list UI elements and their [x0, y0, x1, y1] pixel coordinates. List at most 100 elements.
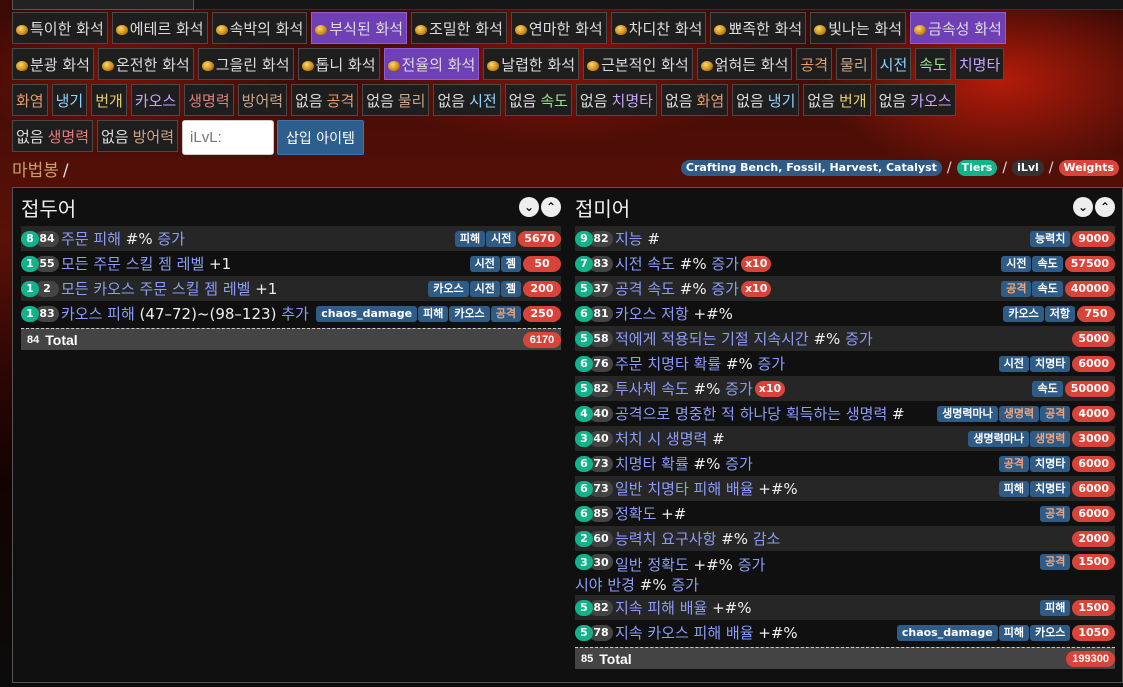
button-label: 물리: [397, 91, 426, 110]
mod-row[interactable]: 6 85 정확도 +# 공격 6000: [575, 501, 1115, 526]
none-label: 없음: [807, 91, 835, 110]
fossil-button[interactable]: 분광 화석: [12, 48, 94, 80]
fossil-button[interactable]: 속박의 화석: [211, 12, 308, 44]
mod-count: 6: [575, 455, 593, 472]
mod-row[interactable]: 5 82 지속 피해 배율 +#% 피해 1500: [575, 595, 1115, 620]
mod-tag: 저항: [1044, 305, 1075, 322]
mod-text: 일반 치명타 피해 배율 +#%: [615, 480, 798, 498]
none-tag-button[interactable]: 없음 공격: [291, 84, 359, 116]
insert-item-button[interactable]: 삽입 아이템: [277, 120, 364, 155]
tag-filter-button[interactable]: 시전: [875, 48, 912, 80]
none-tag-button[interactable]: 없음 번개: [803, 84, 871, 116]
mod-weight: 1500: [1072, 554, 1115, 570]
fossil-button[interactable]: 조밀한 화석: [411, 12, 507, 44]
tag-filter-button[interactable]: 공격: [796, 48, 833, 80]
mod-tag: 시전: [998, 355, 1029, 372]
none-tag-button[interactable]: 없음 방어력: [97, 120, 179, 152]
button-label: 뾰족한 화석: [728, 19, 803, 38]
button-label: 공격: [326, 91, 355, 110]
fossil-button[interactable]: 날렵한 화석: [483, 48, 580, 80]
fossil-icon: [315, 24, 328, 35]
mod-row[interactable]: 1 55 모든 주문 스킬 젬 레벨 +1 시전 젬 50: [21, 251, 561, 276]
mod-row[interactable]: 6 73 치명타 확률 #% 증가 공격 치명타 6000: [575, 451, 1115, 476]
mod-row[interactable]: 6 73 일반 치명타 피해 배율 +#% 피해 치명타 6000: [575, 476, 1115, 501]
top-tab[interactable]: [12, 0, 194, 10]
mod-row[interactable]: 6 81 카오스 저항 +#% 카오스 저항 750: [575, 301, 1115, 326]
mod-row[interactable]: 8 84 주문 피해 #% 증가 피해 시전 5670: [21, 226, 561, 251]
item-base[interactable]: 마법봉: [12, 161, 59, 181]
expand-icon[interactable]: ⌄: [519, 197, 539, 217]
mod-weight: 5000: [1072, 330, 1115, 347]
button-label: 냉기: [55, 91, 84, 110]
button-label: 근본적인 화석: [601, 55, 689, 74]
weights-filter[interactable]: Weights: [1058, 160, 1119, 176]
mod-row[interactable]: 9 82 지능 # 능력치 9000: [575, 226, 1115, 251]
tiers-filter[interactable]: Tiers: [956, 160, 998, 176]
none-tag-button[interactable]: 없음 카오스: [874, 84, 956, 116]
mod-row[interactable]: 3 40 처치 시 생명력 # 생명력마나 생명력 3000: [575, 426, 1115, 451]
ilvl-input[interactable]: [182, 120, 275, 155]
mod-tags: 피해 치명타 6000: [998, 480, 1115, 497]
fossil-button[interactable]: 금속성 화석: [910, 12, 1006, 44]
button-label: 생명력: [188, 91, 230, 110]
suffix-chevrons: ⌄ ⌃: [1073, 197, 1115, 217]
mod-row[interactable]: 5 58 적에게 적용되는 기절 지속시간 #% 증가 5000: [575, 326, 1115, 351]
tag-filter-button[interactable]: 방어력: [237, 84, 288, 116]
expand-icon[interactable]: ⌄: [1073, 197, 1093, 217]
mod-row[interactable]: 3 30 일반 정확도 +#% 증가 시야 반경 #% 증가 공격 1500: [575, 551, 1115, 595]
tag-filter-button[interactable]: 냉기: [51, 84, 88, 116]
fossil-button[interactable]: 전율의 화석: [383, 48, 480, 80]
mod-count: 6: [575, 305, 593, 322]
collapse-icon[interactable]: ⌃: [1095, 197, 1115, 217]
mod-row[interactable]: 7 83 시전 속도 #% 증가 x10 시전 속도 57500: [575, 251, 1115, 276]
x10-badge: x10: [740, 255, 772, 272]
fossil-button[interactable]: 특이한 화석: [12, 12, 108, 44]
tag-filter-button[interactable]: 물리: [836, 48, 872, 80]
none-tag-button[interactable]: 없음 화염: [660, 84, 729, 116]
mod-row[interactable]: 1 83 카오스 피해 (47–72)~(98–123) 추가 chaos_damag…: [21, 301, 561, 326]
fossil-button[interactable]: 빛나는 화석: [810, 12, 907, 44]
none-tag-button[interactable]: 없음 시전: [433, 84, 501, 116]
button-label: 차디찬 화석: [628, 19, 703, 38]
none-tag-button[interactable]: 없음 속도: [504, 84, 572, 116]
none-tag-button[interactable]: 없음 냉기: [732, 84, 800, 116]
fossil-button[interactable]: 온전한 화석: [97, 48, 194, 80]
tag-filter-button[interactable]: 카오스: [130, 84, 181, 116]
tag-filter-button[interactable]: 속도: [915, 48, 951, 80]
ilvl-filter[interactable]: iLvl: [1012, 160, 1044, 176]
mod-row[interactable]: 1 2 모든 카오스 주문 스킬 젬 레벨 +1 카오스 시전 젬 200: [21, 276, 561, 301]
tag-filter-button[interactable]: 번개: [91, 84, 127, 116]
none-tag-button[interactable]: 없음 물리: [362, 84, 430, 116]
mod-row[interactable]: 5 82 투사체 속도 #% 증가 x10 속도 50000: [575, 376, 1115, 401]
mod-count: 4: [575, 405, 593, 422]
button-label: 치명타: [958, 55, 1001, 74]
fossil-button[interactable]: 얽혀든 화석: [696, 48, 793, 80]
mod-tags: chaos_damage 피해 카오스 공격 250: [315, 305, 561, 322]
fossil-button[interactable]: 뾰족한 화석: [710, 12, 807, 44]
fossil-button[interactable]: 그을린 화석: [197, 48, 294, 80]
mod-row[interactable]: 6 76 주문 치명타 확률 #% 증가 시전 치명타 6000: [575, 351, 1115, 376]
mod-row[interactable]: 5 78 지속 카오스 피해 배율 +#% chaos_damage 피해 카오스 1050: [575, 620, 1115, 645]
fossil-button[interactable]: 근본적인 화석: [583, 48, 693, 80]
fossil-button[interactable]: 톱니 화석: [297, 48, 380, 80]
tag-filter-button[interactable]: 생명력: [184, 84, 234, 116]
fossil-button[interactable]: 연마한 화석: [510, 12, 607, 44]
mod-row[interactable]: 5 37 공격 속도 #% 증가 x10 공격 속도 40000: [575, 276, 1115, 301]
mod-row[interactable]: 2 60 능력치 요구사항 #% 감소 2000: [575, 526, 1115, 551]
crafting-filter[interactable]: Crafting Bench, Fossil, Harvest, Catalys…: [680, 160, 942, 176]
fossil-button[interactable]: 차디찬 화석: [610, 12, 707, 44]
button-label: 공격: [800, 55, 829, 74]
collapse-icon[interactable]: ⌃: [541, 197, 561, 217]
mod-row[interactable]: 4 40 공격으로 명중한 적 하나당 획득하는 생명력 # 생명력마나 생명력 공격 40…: [575, 401, 1115, 426]
mod-tags: 5000: [1070, 330, 1115, 347]
mod-tags: 생명력마나 생명력 3000: [967, 430, 1115, 447]
fossil-button[interactable]: 에테르 화석: [111, 12, 208, 44]
mod-tags: 시전 젬 50: [469, 255, 561, 272]
tag-filter-button[interactable]: 치명타: [954, 48, 1005, 80]
mod-tag: 치명타: [1030, 355, 1071, 372]
tag-filter-button[interactable]: 화염: [12, 84, 48, 116]
none-tag-button[interactable]: 없음 생명력: [12, 120, 94, 152]
fossil-button[interactable]: 부식된 화석: [311, 12, 408, 44]
button-label: 카오스: [910, 91, 952, 110]
none-tag-button[interactable]: 없음 치명타: [575, 84, 657, 116]
